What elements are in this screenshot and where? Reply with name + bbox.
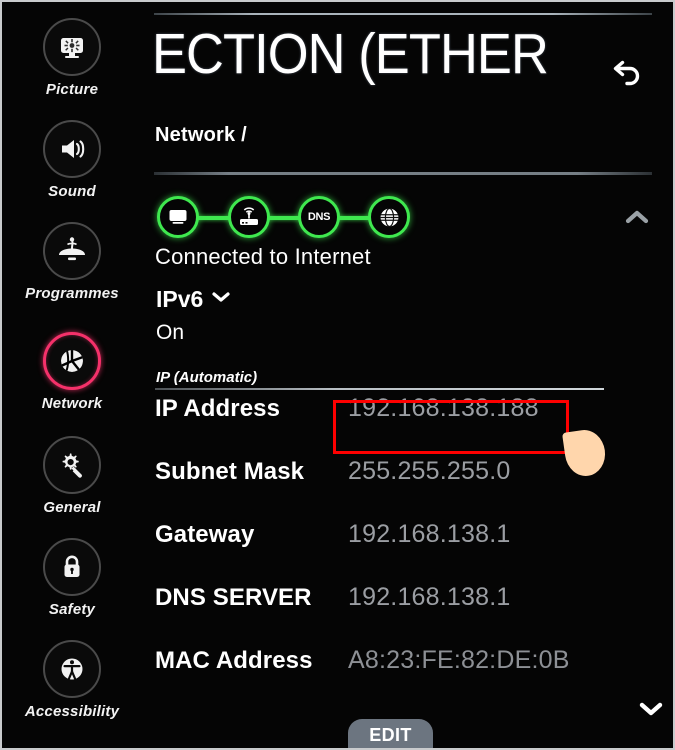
chain-link bbox=[335, 216, 371, 220]
sidebar-item-sound[interactable]: Sound bbox=[2, 120, 142, 200]
table-row[interactable]: DNS SERVER 192.168.138.1 bbox=[155, 583, 625, 646]
chain-link bbox=[267, 216, 301, 220]
sidebar-item-label: Network bbox=[41, 395, 103, 412]
row-value: 192.168.138.1 bbox=[348, 520, 511, 548]
ip-section-label: IP (Automatic) bbox=[156, 369, 258, 386]
row-value: 192.168.138.188 bbox=[348, 394, 539, 422]
ipv6-value: On bbox=[156, 321, 185, 344]
accessibility-icon bbox=[43, 640, 101, 698]
dns-icon[interactable]: DNS bbox=[298, 196, 340, 238]
settings-sidebar: Picture Sound Programmes Network General… bbox=[2, 2, 142, 748]
globe-icon[interactable] bbox=[368, 196, 410, 238]
sidebar-item-label: General bbox=[43, 499, 101, 516]
row-key: Gateway bbox=[155, 521, 255, 548]
table-row[interactable]: IP Address 192.168.138.188 bbox=[155, 394, 625, 457]
sidebar-item-programmes[interactable]: Programmes bbox=[2, 222, 142, 302]
breadcrumb[interactable]: Network / bbox=[155, 124, 247, 147]
row-value: A8:23:FE:82:DE:0B bbox=[348, 646, 570, 674]
gear-wrench-icon bbox=[43, 436, 101, 494]
sidebar-item-label: Programmes bbox=[25, 285, 119, 302]
table-row[interactable]: MAC Address A8:23:FE:82:DE:0B bbox=[155, 646, 625, 709]
row-key: IP Address bbox=[155, 395, 281, 422]
table-row[interactable]: Gateway 192.168.138.1 bbox=[155, 520, 625, 583]
sidebar-item-picture[interactable]: Picture bbox=[2, 18, 142, 98]
sidebar-item-label: Safety bbox=[48, 601, 96, 618]
ipv6-dropdown[interactable]: IPv6 bbox=[156, 286, 232, 313]
sidebar-item-network[interactable]: Network bbox=[2, 332, 142, 412]
sidebar-item-accessibility[interactable]: Accessibility bbox=[2, 640, 142, 720]
edit-button[interactable]: EDIT bbox=[348, 719, 433, 748]
row-key: MAC Address bbox=[155, 647, 313, 674]
dns-label: DNS bbox=[307, 211, 331, 223]
sidebar-item-label: Picture bbox=[45, 81, 99, 98]
speaker-icon bbox=[43, 120, 101, 178]
connection-status-chain: DNS bbox=[157, 196, 417, 240]
back-arrow-icon[interactable] bbox=[606, 50, 648, 92]
table-row[interactable]: Subnet Mask 255.255.255.0 bbox=[155, 457, 625, 520]
page-title: ECTION (ETHER bbox=[152, 22, 549, 86]
sidebar-item-general[interactable]: General bbox=[2, 436, 142, 516]
ip-section-divider bbox=[155, 388, 604, 390]
row-key: DNS SERVER bbox=[155, 584, 312, 611]
sidebar-item-safety[interactable]: Safety bbox=[2, 538, 142, 618]
ip-details-table: IP Address 192.168.138.188 Subnet Mask 2… bbox=[155, 394, 625, 709]
monitor-icon[interactable] bbox=[157, 196, 199, 238]
sidebar-item-label: Accessibility bbox=[24, 703, 120, 720]
network-globe-icon bbox=[43, 332, 101, 390]
header-top-divider bbox=[154, 13, 652, 15]
header-bottom-divider bbox=[154, 172, 652, 175]
chevron-down-icon bbox=[210, 290, 232, 309]
tv-settings-screen: Picture Sound Programmes Network General… bbox=[0, 0, 675, 750]
connection-status-text: Connected to Internet bbox=[155, 244, 371, 269]
chevron-up-icon[interactable] bbox=[622, 207, 652, 232]
satellite-dish-icon bbox=[43, 222, 101, 280]
row-key: Subnet Mask bbox=[155, 458, 305, 485]
padlock-icon bbox=[43, 538, 101, 596]
row-value: 255.255.255.0 bbox=[348, 457, 511, 485]
chevron-down-icon[interactable] bbox=[636, 699, 666, 724]
row-value: 192.168.138.1 bbox=[348, 583, 511, 611]
picture-display-icon bbox=[43, 18, 101, 76]
ipv6-label: IPv6 bbox=[156, 286, 204, 312]
sidebar-item-label: Sound bbox=[48, 183, 96, 200]
router-icon[interactable] bbox=[228, 196, 270, 238]
